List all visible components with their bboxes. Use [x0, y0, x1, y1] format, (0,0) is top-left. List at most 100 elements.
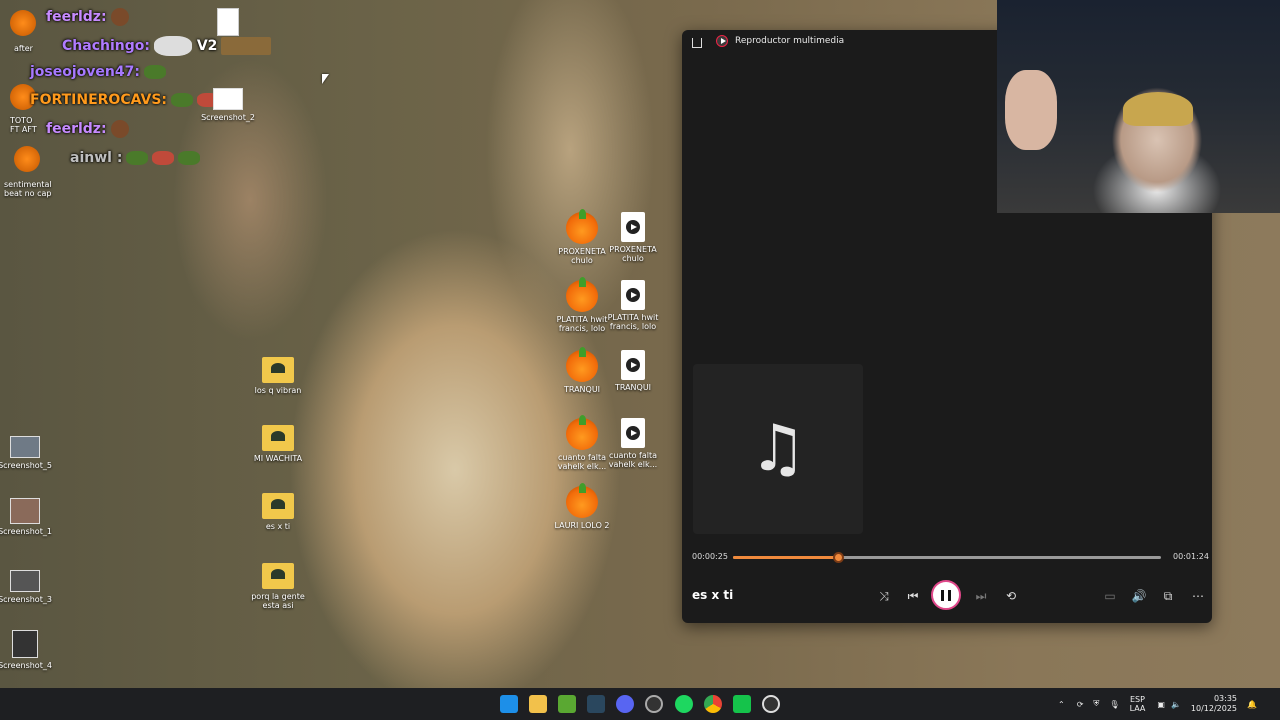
fl-studio-icon: [566, 483, 598, 518]
desktop-icon-label: Screenshot_4: [0, 661, 52, 670]
spotify-icon[interactable]: [675, 695, 693, 713]
file-explorer-icon[interactable]: [529, 695, 547, 713]
desktop-icon-media-proxeneta[interactable]: PROXENETA chulo: [601, 212, 665, 263]
chat-message: ainwl :: [70, 150, 201, 166]
fl-studio-icon: [566, 277, 598, 312]
media-file-icon: [621, 418, 645, 448]
media-player-app-icon: [716, 35, 728, 47]
media-player-taskbar-icon[interactable]: [762, 695, 780, 713]
desktop-icon-label: MI WACHITA: [253, 454, 303, 463]
desktop-icon-label: LAURI LOLO 2: [554, 521, 610, 530]
emote-icon: [152, 151, 175, 165]
chat-message: feerldz:: [46, 8, 129, 26]
desktop-icon-screenshot-3[interactable]: Screenshot_3: [0, 566, 57, 604]
taskbar: ⌃ ⟳ ⛨ 🎙 ESP LAA ▣ 🔈 03:35 10/12/2025 🔔: [0, 688, 1280, 720]
desktop-icon-media-tranqui[interactable]: TRANQUI: [601, 350, 665, 392]
desktop-icon-label: PLATITA hwit francis, lolo: [607, 313, 659, 331]
desktop-icon-label: los q vibran: [254, 386, 302, 395]
chat-message: feerldz:: [46, 120, 129, 138]
chat-side-label: sentimental beat no cap: [4, 180, 52, 198]
language-indicator[interactable]: ESP LAA: [1130, 695, 1146, 713]
image-thumbnail-icon: [10, 436, 40, 458]
desktop-icon-label: porq la gente esta asi: [251, 592, 305, 610]
previous-icon[interactable]: ⏮: [903, 586, 923, 606]
emote-icon: [221, 37, 272, 55]
desktop-icon-screenshot-5[interactable]: Screenshot_5: [0, 432, 57, 470]
clock-date: 10/12/2025: [1190, 704, 1238, 713]
emote-icon: [153, 36, 192, 56]
desktop-folder-es-x-ti[interactable]: es x ti: [246, 490, 310, 531]
image-thumbnail-icon: [10, 498, 40, 524]
microphone-icon[interactable]: 🎙: [1109, 700, 1119, 709]
desktop-icon-media-cuanto-falta[interactable]: cuanto falta vahelk elk...: [601, 418, 665, 469]
chat-avatar: [14, 146, 40, 172]
minecraft-icon[interactable]: [558, 695, 576, 713]
folder-icon: [262, 563, 294, 589]
chat-side-label: after: [14, 44, 33, 53]
webcam-overlay: [997, 0, 1280, 213]
notifications-icon[interactable]: 🔔: [1247, 700, 1257, 709]
emote-icon: [110, 120, 129, 138]
media-file-icon: [621, 350, 645, 380]
desktop-folder-porq-la-gente[interactable]: porq la gente esta asi: [246, 560, 310, 610]
defender-icon[interactable]: ⛨: [1093, 699, 1099, 709]
pause-button[interactable]: [931, 580, 961, 610]
network-icon[interactable]: ▣: [1157, 700, 1165, 709]
desktop-icon-label: TRANQUI: [614, 383, 652, 392]
obs-icon[interactable]: [645, 695, 663, 713]
seek-bar-thumb[interactable]: [832, 552, 844, 563]
music-note-icon: ♫: [749, 412, 807, 486]
document-icon: [217, 8, 239, 36]
media-file-icon: [621, 212, 645, 242]
desktop-icon-screenshot-4[interactable]: Screenshot_4: [0, 626, 57, 670]
desktop-icon-label: es x ti: [265, 522, 291, 531]
fl-studio-icon: [566, 347, 598, 382]
sync-icon[interactable]: ⟳: [1077, 700, 1084, 709]
album-art-placeholder: ♫: [693, 364, 863, 534]
clock-time: 03:35: [1213, 694, 1238, 703]
desktop-icon-flp-lauri-lolo[interactable]: LAURI LOLO 2: [550, 483, 614, 530]
seek-bar[interactable]: [733, 552, 1161, 563]
track-title: es x ti: [692, 588, 734, 602]
next-icon[interactable]: ⏭: [971, 586, 991, 606]
folder-icon: [262, 357, 294, 383]
seek-bar-progress: [733, 556, 838, 559]
image-thumbnail-icon: [12, 630, 38, 658]
total-time: 00:01:24: [1173, 552, 1209, 561]
miniplayer-icon[interactable]: ⧉: [1158, 586, 1178, 606]
kick-icon[interactable]: [733, 695, 751, 713]
folder-icon: [262, 493, 294, 519]
volume-icon[interactable]: 🔊: [1129, 586, 1149, 606]
system-tray: ⌃ ⟳ ⛨ 🎙 ESP LAA ▣ 🔈 03:35 10/12/2025 🔔: [1058, 688, 1257, 720]
chat-message: FORTINEROCAVS:: [30, 92, 220, 108]
chevron-up-icon[interactable]: ⌃: [1058, 700, 1065, 709]
more-options-icon[interactable]: ⋯: [1188, 586, 1208, 606]
repeat-off-icon[interactable]: ⟲: [1001, 586, 1021, 606]
image-thumbnail-icon: [10, 570, 40, 592]
desktop-icon-document[interactable]: [196, 8, 260, 39]
emote-icon: [178, 151, 201, 165]
chat-message: joseojoven47:: [30, 64, 166, 80]
desktop-icon-screenshot-2[interactable]: Screenshot_2: [196, 84, 260, 122]
chat-side-label: TOTO FT AFT: [10, 116, 37, 134]
webcam-person: [1123, 92, 1193, 126]
language-code: ESP: [1129, 695, 1145, 704]
desktop-folder-los-q-vibran[interactable]: los q vibran: [246, 354, 310, 395]
discord-icon[interactable]: [616, 695, 634, 713]
home-icon[interactable]: [692, 38, 702, 48]
desktop-icon-screenshot-1[interactable]: Screenshot_1: [0, 494, 57, 536]
chrome-icon[interactable]: [704, 695, 722, 713]
webcam-hand: [1005, 70, 1057, 150]
clock[interactable]: 03:35 10/12/2025: [1191, 694, 1237, 714]
shuffle-icon[interactable]: ⤨: [874, 586, 894, 606]
media-file-icon: [621, 280, 645, 310]
steam-icon[interactable]: [587, 695, 605, 713]
desktop-folder-mi-wachita[interactable]: MI WACHITA: [246, 422, 310, 463]
emote-icon: [143, 65, 166, 79]
windows-start-icon[interactable]: [500, 695, 518, 713]
subtitles-icon[interactable]: ▭: [1100, 586, 1120, 606]
desktop-icon-label: PROXENETA chulo: [609, 245, 657, 263]
keyboard-layout: LAA: [1129, 704, 1146, 713]
desktop-icon-media-platita[interactable]: PLATITA hwit francis, lolo: [601, 280, 665, 331]
speaker-icon[interactable]: 🔈: [1171, 700, 1181, 709]
